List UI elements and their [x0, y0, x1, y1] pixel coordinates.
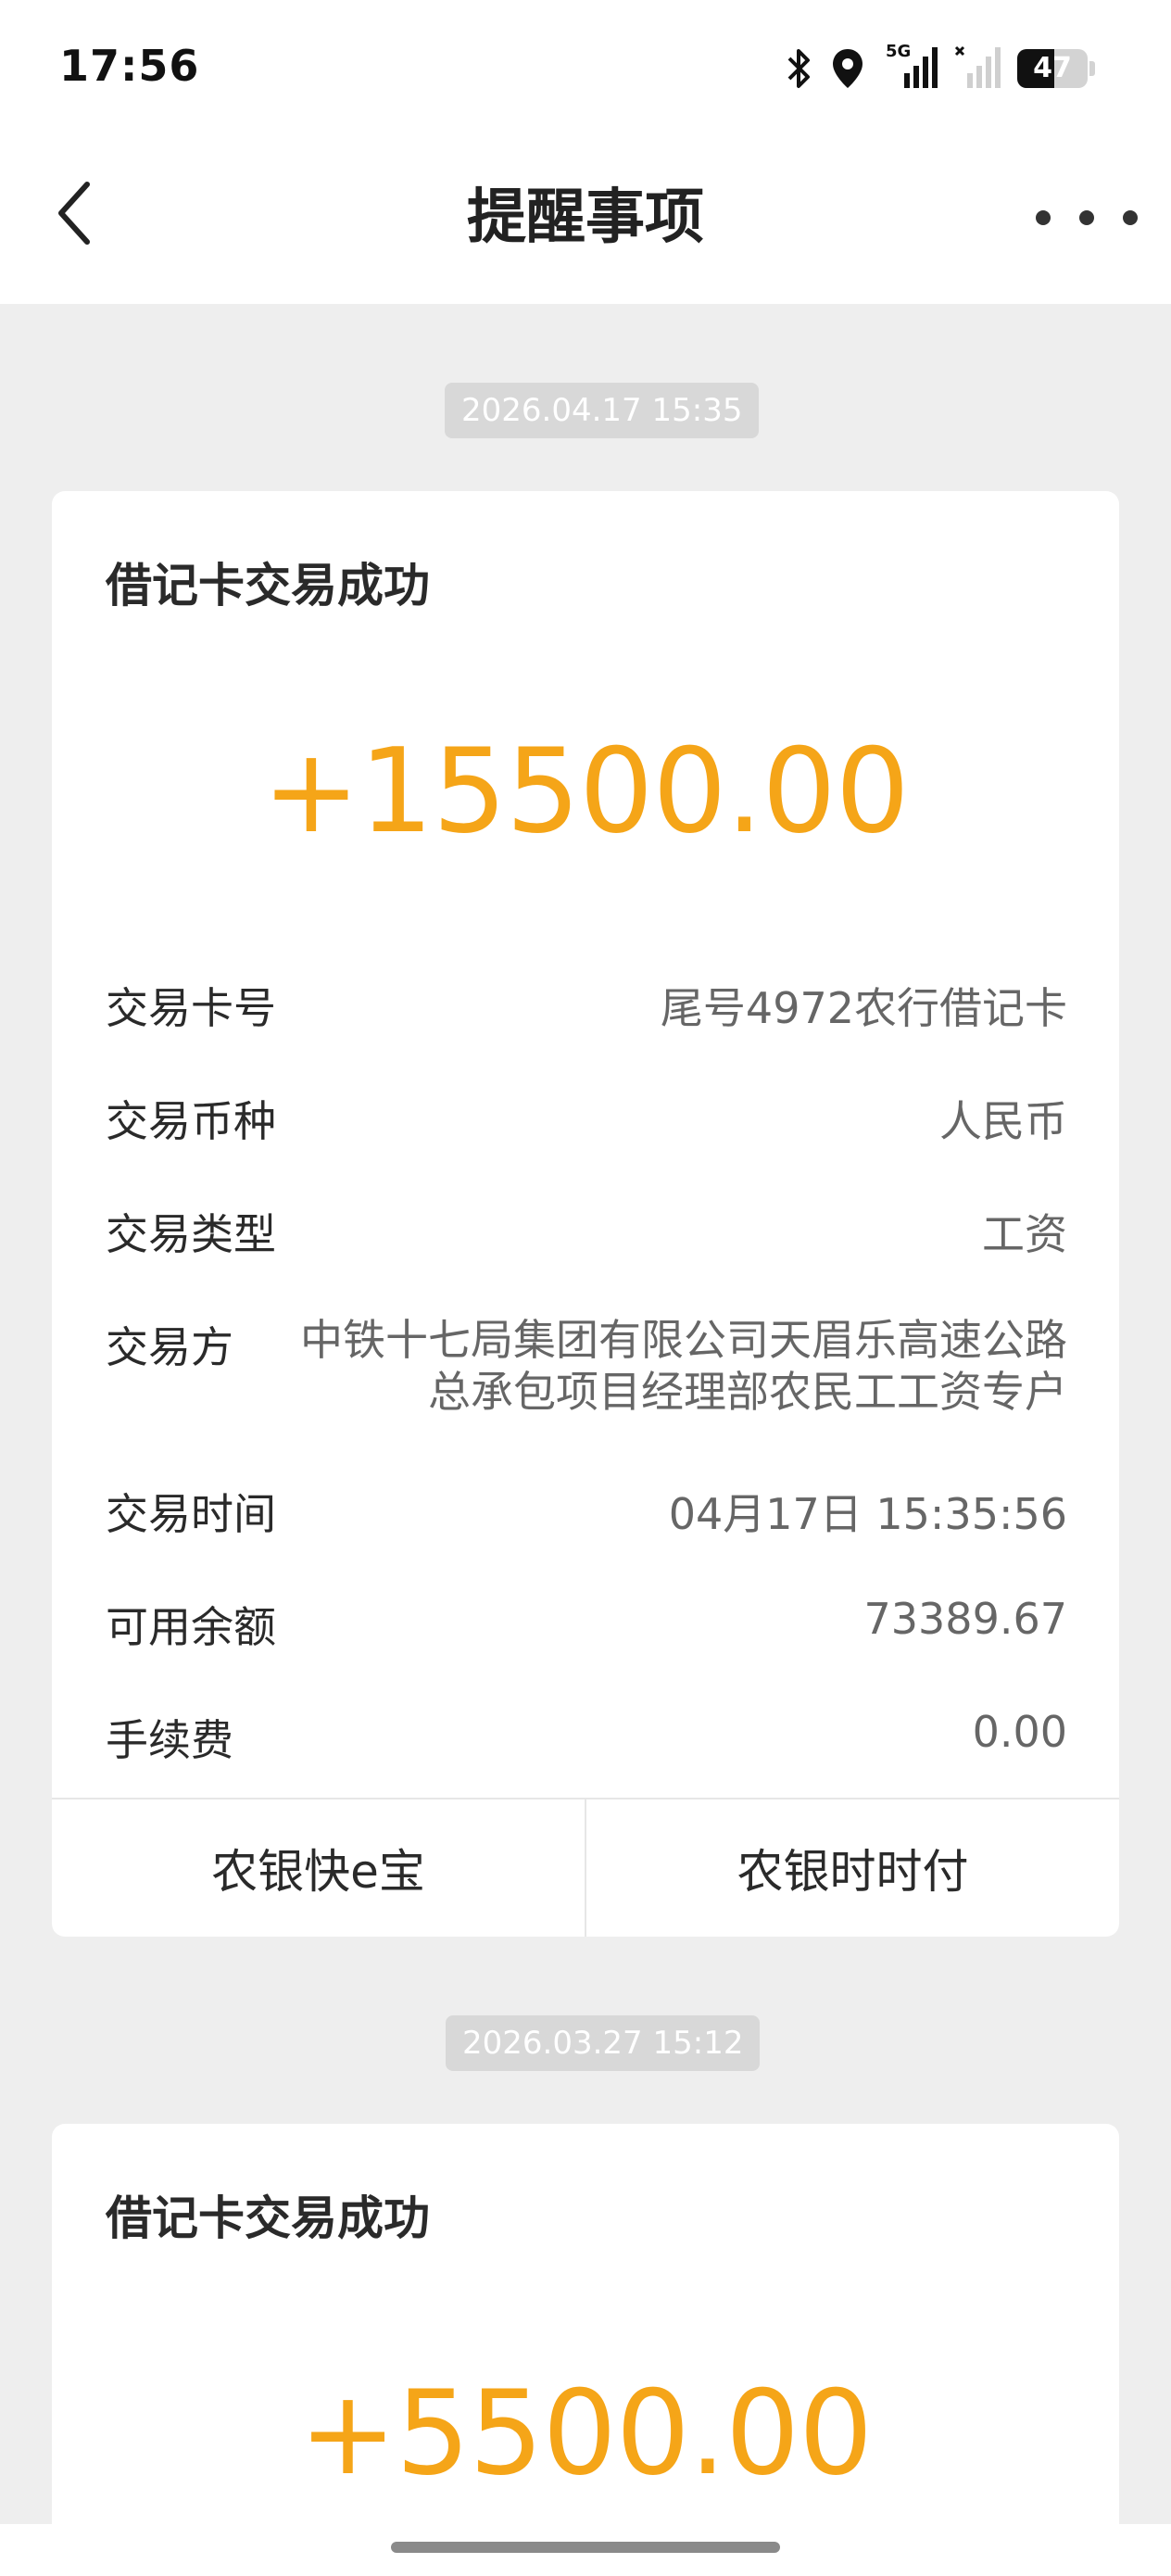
- battery-level: 47: [1033, 52, 1072, 84]
- status-bar: 17:56 5G 47: [0, 0, 1171, 137]
- message-date-chip: 2026.03.27 15:12: [446, 2015, 761, 2071]
- status-time: 17:56: [59, 41, 200, 91]
- more-dot: [1079, 210, 1094, 225]
- home-indicator[interactable]: [391, 2542, 780, 2553]
- transaction-amount: +15500.00: [262, 723, 910, 859]
- row-label-time: 交易时间: [106, 1489, 276, 1539]
- row-label-currency: 交易币种: [106, 1096, 276, 1146]
- message-date-chip: 2026.04.17 15:35: [445, 383, 760, 438]
- row-value-card-number: 尾号4972农行借记卡: [660, 983, 1067, 1033]
- signal-5g-icon: 5G: [882, 42, 938, 92]
- card-actions: 农银快e宝 农银时时付: [52, 1798, 1119, 1937]
- card-title: 借记卡交易成功: [106, 559, 430, 612]
- row-value-time: 04月17日 15:35:56: [668, 1489, 1067, 1539]
- page-title: 提醒事项: [467, 183, 704, 252]
- location-icon: [830, 47, 865, 90]
- more-button[interactable]: [1036, 185, 1138, 250]
- signal-no-service-icon: [954, 45, 1001, 92]
- row-value-type: 工资: [982, 1209, 1067, 1259]
- more-dot: [1036, 210, 1051, 225]
- bluetooth-icon: [786, 47, 813, 90]
- transaction-card[interactable]: 借记卡交易成功 +5500.00: [52, 2124, 1119, 2550]
- row-label-counterparty: 交易方: [106, 1322, 233, 1372]
- row-label-card-number: 交易卡号: [106, 983, 276, 1033]
- row-value-balance: 73389.67: [863, 1594, 1068, 1644]
- card-title: 借记卡交易成功: [106, 2191, 430, 2245]
- nav-bar: 提醒事项: [0, 137, 1171, 304]
- shi-shi-fu-button[interactable]: 农银时时付: [586, 1799, 1119, 1937]
- row-value-counterparty: 中铁十七局集团有限公司天眉乐高速公路总承包项目经理部农民工工资专户: [300, 1315, 1067, 1417]
- battery-icon: 47: [1017, 49, 1095, 88]
- row-label-type: 交易类型: [106, 1209, 276, 1259]
- row-label-balance: 可用余额: [106, 1602, 276, 1652]
- transaction-amount: +5500.00: [298, 2365, 874, 2501]
- row-value-fee: 0.00: [972, 1707, 1067, 1757]
- row-value-currency: 人民币: [939, 1096, 1067, 1146]
- more-dot: [1123, 210, 1138, 225]
- status-icons: 5G 47: [786, 42, 1095, 95]
- transaction-card[interactable]: 借记卡交易成功 +15500.00 交易卡号 尾号4972农行借记卡 交易币种 …: [52, 491, 1119, 1937]
- row-label-fee: 手续费: [106, 1715, 233, 1765]
- kuai-e-bao-button[interactable]: 农银快e宝: [52, 1799, 585, 1937]
